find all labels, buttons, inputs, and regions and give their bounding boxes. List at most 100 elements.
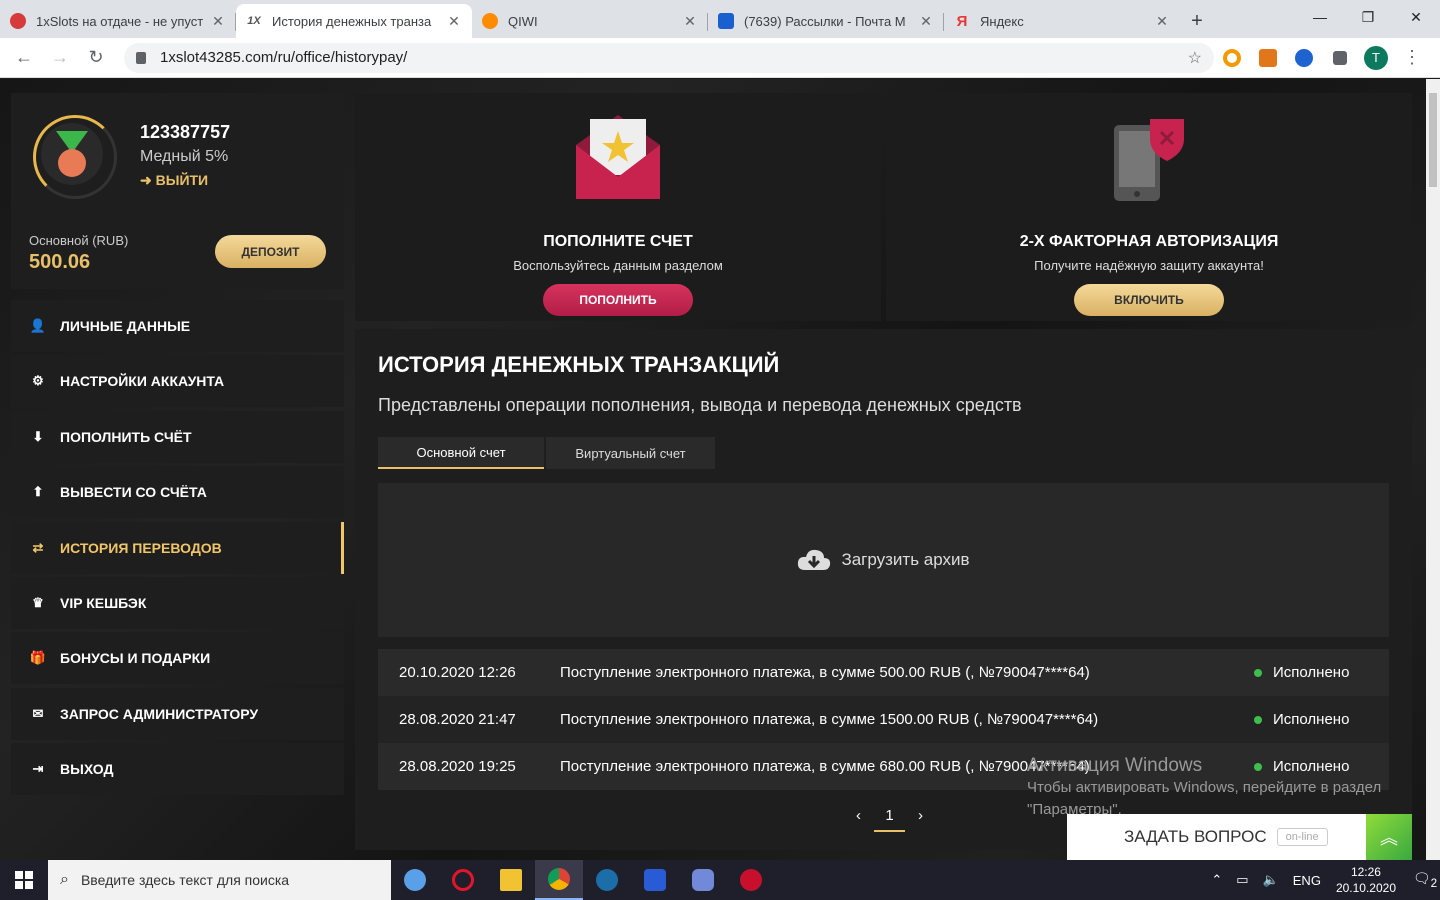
page-number-current[interactable]: 1	[874, 807, 905, 832]
chevron-up-icon[interactable]: ⌃	[1211, 872, 1222, 888]
windows-logo-icon	[15, 871, 33, 889]
sidebar-item-withdraw[interactable]: ⬆ ВЫВЕСТИ СО СЧЁТА	[11, 466, 344, 519]
profile-avatar[interactable]: T	[1358, 45, 1394, 70]
pokerstars-icon	[740, 869, 762, 891]
network-icon[interactable]: ▭	[1236, 872, 1248, 888]
kebab-menu-icon[interactable]: ⋮	[1394, 47, 1430, 68]
folder-icon	[500, 869, 522, 891]
gears-icon: ⚙	[32, 373, 44, 389]
system-tray: ⌃ ▭ 🔈 ENG 12:26 20.10.2020 🗨2	[1204, 860, 1440, 900]
close-tab-icon[interactable]: ✕	[446, 13, 462, 30]
address-bar[interactable]: 1xslot43285.com/ru/office/historypay/ ☆	[124, 42, 1214, 73]
envelope-star-icon	[576, 115, 660, 199]
logout-link[interactable]: ➜ ВЫЙТИ	[140, 172, 208, 189]
status-text: Исполнено	[1273, 664, 1350, 681]
extension-ok-icon[interactable]	[1214, 48, 1250, 67]
close-tab-icon[interactable]: ✕	[682, 13, 698, 30]
reload-icon[interactable]: ↻	[78, 47, 114, 68]
chrome-icon	[548, 868, 570, 890]
tab-virtual-account[interactable]: Виртуальный счет	[546, 437, 715, 469]
taskbar-app-opera[interactable]	[439, 860, 487, 900]
clock-date: 20.10.2020	[1335, 881, 1396, 895]
puzzle-extensions-icon[interactable]	[1322, 50, 1358, 65]
page-title: ИСТОРИЯ ДЕНЕЖНЫХ ТРАНЗАКЦИЙ	[378, 352, 780, 377]
close-window-icon[interactable]: ✕	[1392, 0, 1440, 34]
top-up-button[interactable]: ПОПОЛНИТЬ	[543, 284, 693, 316]
transaction-date: 28.08.2020 19:25	[399, 758, 516, 775]
taskbar-app-paint[interactable]	[391, 860, 439, 900]
download-archive-label: Загрузить архив	[841, 550, 970, 569]
sidebar-item-bonuses[interactable]: 🎁 БОНУСЫ И ПОДАРКИ	[11, 632, 344, 685]
gift-icon: 🎁	[29, 650, 47, 666]
sidebar-item-label: ПОПОЛНИТЬ СЧЁТ	[60, 428, 192, 445]
new-tab-button[interactable]: +	[1180, 4, 1214, 38]
scrollbar-thumb[interactable]	[1429, 93, 1437, 187]
account-id: 123387757	[140, 122, 231, 142]
language-indicator[interactable]: ENG	[1293, 873, 1321, 888]
opera-icon	[452, 869, 474, 891]
close-tab-icon[interactable]: ✕	[210, 13, 226, 30]
sidebar-item-transfer-history[interactable]: ⇄ ИСТОРИЯ ПЕРЕВОДОВ	[11, 521, 344, 574]
close-tab-icon[interactable]: ✕	[1154, 13, 1170, 30]
bookmark-star-icon[interactable]: ☆	[1188, 48, 1202, 68]
prev-page-button[interactable]: ‹	[843, 807, 874, 824]
taskbar-app-steam[interactable]	[583, 860, 631, 900]
taskbar-app-pokerstars[interactable]	[727, 860, 775, 900]
browser-tab-active[interactable]: 1X История денежных транза ✕	[236, 4, 472, 38]
back-arrow-icon[interactable]: ←	[6, 47, 42, 68]
ask-question-label: ЗАДАТЬ ВОПРОС	[1124, 827, 1267, 846]
forward-arrow-icon[interactable]: →	[42, 47, 78, 68]
watermark-title: Активация Windows	[1027, 755, 1203, 776]
minimize-icon[interactable]: —	[1296, 0, 1344, 34]
phone-shield-icon	[1114, 119, 1184, 201]
cloud-download-icon	[798, 549, 831, 570]
enable-2fa-button[interactable]: ВКЛЮЧИТЬ	[1074, 284, 1224, 316]
sidebar-item-label: ЗАПРОС АДМИНИСТРАТОРУ	[60, 705, 259, 722]
globe-extension-icon[interactable]	[1286, 48, 1322, 67]
balance-value: 500.06	[29, 251, 91, 273]
tab-main-account[interactable]: Основной счет	[378, 437, 544, 469]
browser-tab[interactable]: (7639) Рассылки - Почта М ✕	[708, 4, 944, 38]
taskbar-app-chrome[interactable]	[535, 860, 583, 900]
clock[interactable]: 12:26 20.10.2020	[1336, 864, 1396, 896]
browser-tab[interactable]: 1xSlots на отдаче - не упуст ✕	[0, 4, 236, 38]
sidebar-item-label: НАСТРОЙКИ АККАУНТА	[60, 373, 225, 390]
browser-tab[interactable]: QIWI ✕	[472, 4, 708, 38]
taskbar-app-discord[interactable]	[679, 860, 727, 900]
paint-icon	[404, 869, 426, 891]
maximize-icon[interactable]: ❐	[1344, 0, 1392, 34]
deposit-button[interactable]: ДЕПОЗИТ	[215, 235, 326, 268]
status-badge: Исполнено	[1254, 664, 1389, 681]
ask-question-widget[interactable]: ЗАДАТЬ ВОПРОС on-line ︽	[1067, 814, 1412, 860]
notification-center-icon[interactable]: 🗨2	[1410, 870, 1440, 890]
watermark-text: Чтобы активировать Windows, перейдите в …	[1027, 779, 1382, 796]
status-dot-icon	[1254, 668, 1262, 677]
sidebar-item-deposit[interactable]: ⬇ ПОПОЛНИТЬ СЧЁТ	[11, 410, 344, 463]
next-page-button[interactable]: ›	[905, 807, 936, 824]
account-tabs: Основной счет Виртуальный счет	[378, 437, 715, 469]
online-status-badge: on-line	[1276, 828, 1328, 846]
sidebar-item-admin-request[interactable]: ✉ ЗАПРОС АДМИНИСТРАТОРУ	[11, 687, 344, 740]
logout-label: ВЫЙТИ	[155, 172, 209, 188]
metamask-fox-icon[interactable]	[1250, 48, 1286, 67]
sidebar-item-account-settings[interactable]: ⚙ НАСТРОЙКИ АККАУНТА	[11, 355, 344, 408]
taskbar-app-explorer[interactable]	[487, 860, 535, 900]
taskbar-app-calendar[interactable]	[631, 860, 679, 900]
profile-initial: T	[1364, 45, 1388, 70]
sidebar-item-vip-cashback[interactable]: ♛ VIP КЕШБЭК	[11, 576, 344, 629]
download-archive-button[interactable]: Загрузить архив	[378, 483, 1389, 637]
scrollbar[interactable]	[1426, 79, 1440, 860]
close-tab-icon[interactable]: ✕	[918, 13, 934, 30]
taskbar-search-input[interactable]: ⌕ Введите здесь текст для поиска	[48, 860, 391, 900]
sidebar-item-personal-data[interactable]: 👤 ЛИЧНЫЕ ДАННЫЕ	[11, 300, 344, 352]
chevron-up-icon[interactable]: ︽	[1366, 814, 1412, 860]
two-factor-promo-card: 2-Х ФАКТОРНАЯ АВТОРИЗАЦИЯ Получите надёж…	[886, 93, 1412, 321]
sidebar-item-exit[interactable]: ⇥ ВЫХОД	[11, 743, 344, 796]
windows-start-button[interactable]	[0, 860, 48, 900]
profile-card: 123387757 Медный 5% ➜ ВЫЙТИ Основной (RU…	[11, 93, 344, 289]
browser-tab-strip: 1xSlots на отдаче - не упуст ✕ 1X Истори…	[0, 0, 1440, 38]
transaction-description: Поступление электронного платежа, в сумм…	[560, 711, 1099, 728]
browser-tab[interactable]: Я Яндекс ✕	[944, 4, 1180, 38]
volume-icon[interactable]: 🔈	[1263, 872, 1279, 888]
discord-icon	[692, 869, 714, 891]
